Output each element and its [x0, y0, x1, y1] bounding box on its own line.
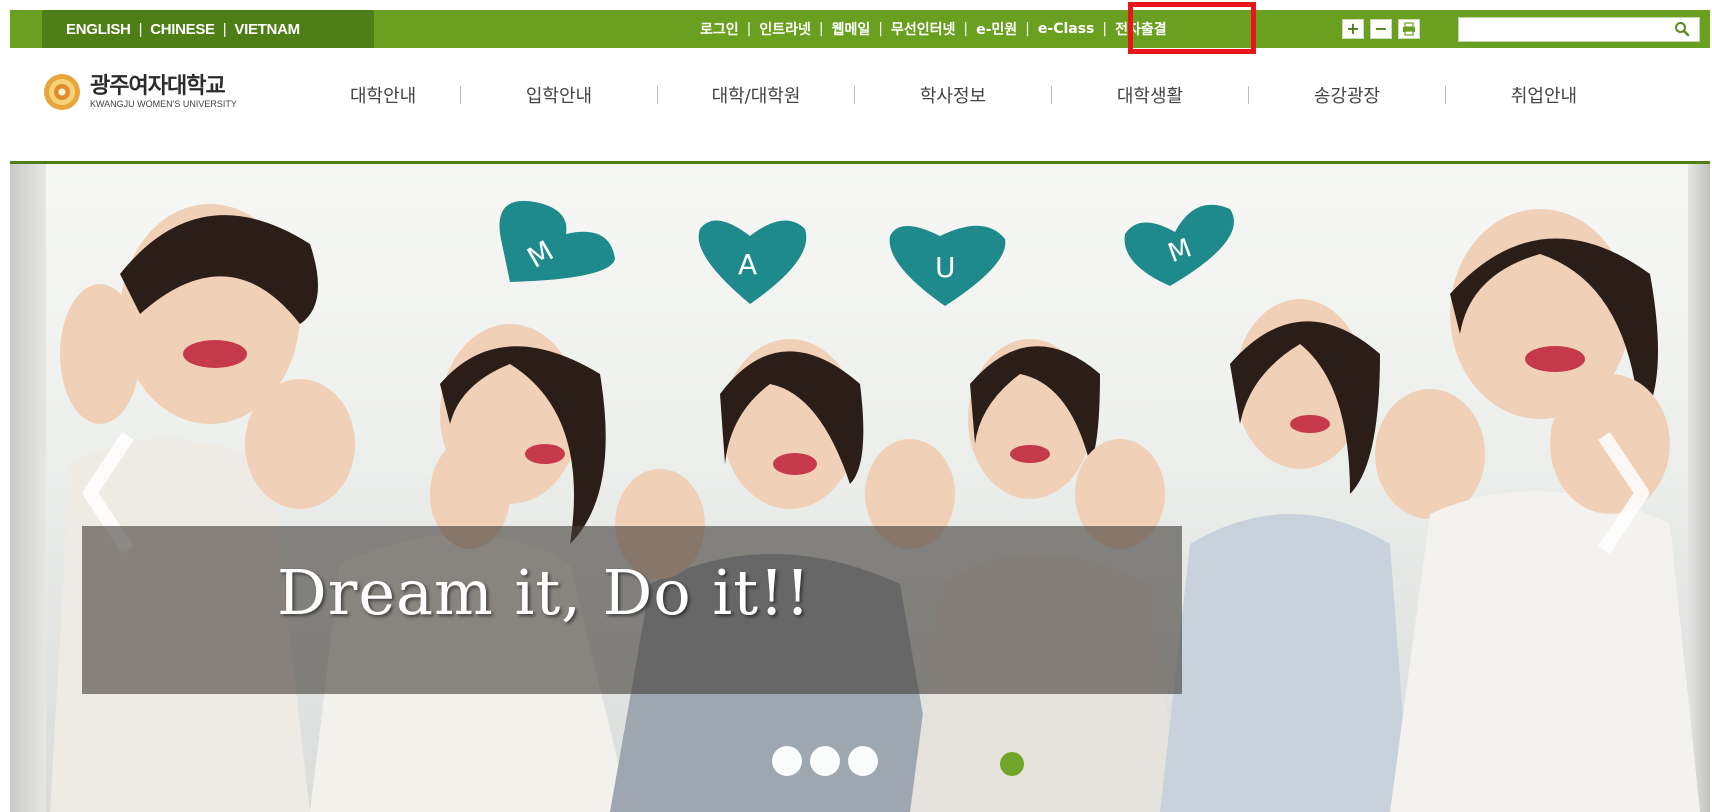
print-icon [1403, 22, 1415, 36]
separator: | [746, 21, 752, 37]
slide-caption-panel: Dream it, Do it!! [82, 526, 1182, 694]
webmail-link[interactable]: 웹메일 [832, 19, 871, 39]
lang-english-link[interactable]: ENGLISH [66, 21, 131, 38]
nav-about[interactable]: 대학안내 [350, 82, 460, 108]
slide-dot[interactable] [772, 746, 802, 776]
wireless-internet-link[interactable]: 무선인터넷 [891, 19, 955, 39]
hero-banner: M A U M Dream it, Do it!! [10, 164, 1710, 812]
logo-english-name: KWANGJU WOMEN'S UNIVERSITY [90, 98, 237, 109]
separator: | [878, 21, 883, 37]
e-civil-link[interactable]: e-민원 [976, 19, 1017, 39]
print-button[interactable] [1398, 19, 1420, 39]
nav-academics[interactable]: 학사정보 [855, 82, 1051, 108]
slide-dot[interactable] [810, 746, 840, 776]
utility-links: 로그인 | 인트라넷 | 웹메일 | 무선인터넷 | e-민원 | e-Clas… [700, 10, 1167, 48]
separator: | [818, 21, 824, 37]
main-navigation: 대학안내 입학안내 대학/대학원 학사정보 대학생활 송강광장 취업안내 [350, 82, 1670, 108]
heart-icon: A [698, 220, 807, 304]
search-input[interactable] [1459, 18, 1665, 41]
next-slide-button[interactable] [1586, 428, 1656, 558]
nav-careers[interactable]: 취업안내 [1446, 82, 1642, 108]
slide-pagination [772, 746, 1024, 776]
e-class-link[interactable]: e-Class [1038, 21, 1095, 37]
search-box [1458, 17, 1700, 42]
nav-songgang-plaza[interactable]: 송강광장 [1249, 82, 1445, 108]
zoom-out-button[interactable]: − [1370, 19, 1392, 39]
heart-letter: A [738, 248, 757, 281]
separator: | [1025, 21, 1030, 37]
slide-dot[interactable] [848, 746, 878, 776]
heart-icon: M [1124, 204, 1234, 286]
nav-colleges[interactable]: 대학/대학원 [658, 82, 854, 108]
top-utility-bar: ENGLISH | CHINESE | VIETNAM 로그인 | 인트라넷 |… [10, 10, 1710, 48]
search-icon[interactable] [1673, 20, 1691, 38]
lang-chinese-link[interactable]: CHINESE [150, 21, 215, 38]
university-logo[interactable]: 광주여자대학교 KWANGJU WOMEN'S UNIVERSITY [42, 72, 237, 112]
intranet-link[interactable]: 인트라넷 [759, 19, 811, 39]
university-emblem-icon [44, 74, 80, 110]
slide-caption: Dream it, Do it!! [277, 556, 811, 629]
slide-dot-active[interactable] [1000, 752, 1024, 776]
separator: | [222, 20, 227, 38]
heart-letter: U [935, 251, 956, 284]
lang-vietnam-link[interactable]: VIETNAM [234, 21, 300, 38]
heart-icon: M [499, 200, 615, 282]
logo-korean-name: 광주여자대학교 [90, 73, 226, 99]
zoom-in-button[interactable]: + [1342, 19, 1364, 39]
font-size-controls: + − [1342, 19, 1420, 39]
chevron-right-icon [1598, 432, 1649, 554]
nav-admission[interactable]: 입학안내 [461, 82, 657, 108]
language-selector: ENGLISH | CHINESE | VIETNAM [42, 10, 374, 48]
maum-hearts: M A U M [499, 200, 1234, 306]
separator: | [1102, 21, 1108, 37]
heart-icon: U [889, 225, 1006, 306]
separator: | [963, 21, 969, 37]
e-class-highlight-box [1128, 2, 1256, 54]
nav-campus-life[interactable]: 대학생활 [1052, 82, 1248, 108]
separator: | [138, 20, 143, 38]
login-link[interactable]: 로그인 [700, 19, 739, 39]
